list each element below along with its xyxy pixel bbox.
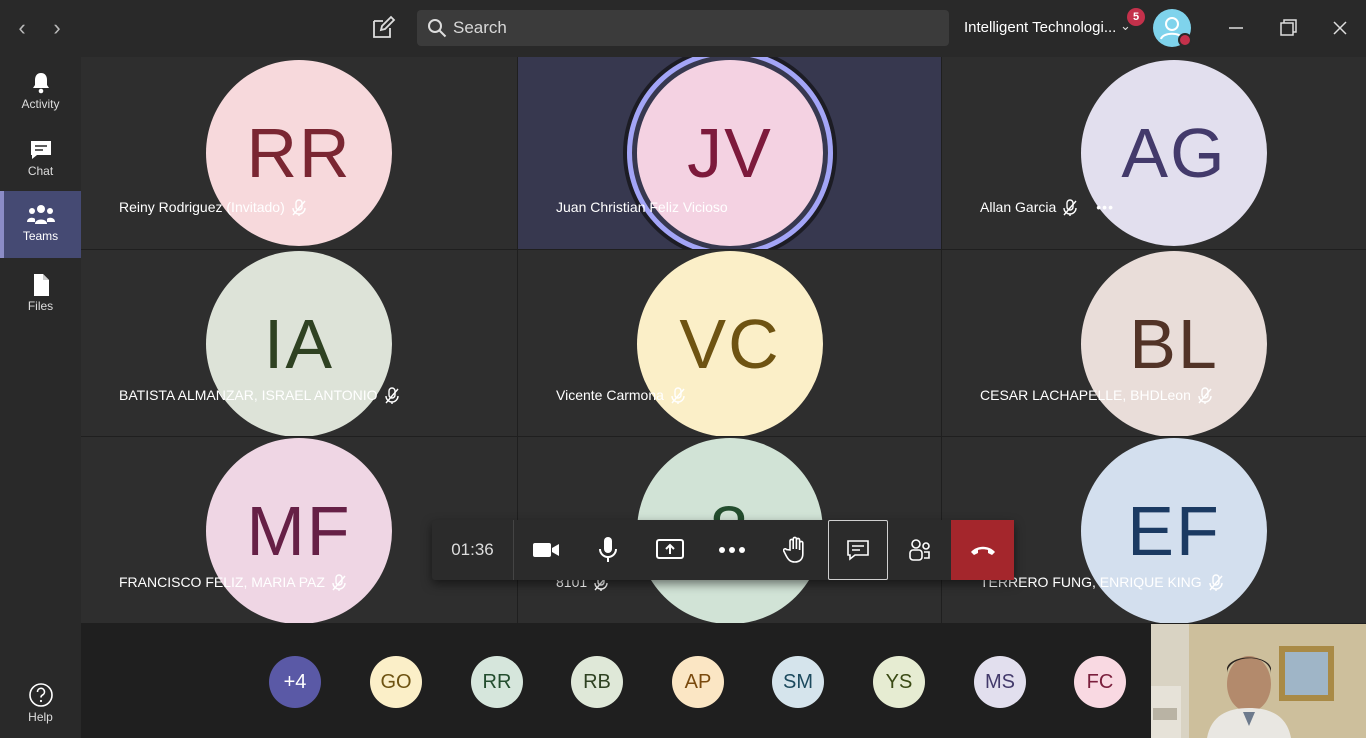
share-screen-button[interactable] <box>639 520 701 580</box>
participant-avatar: BL <box>1081 251 1267 436</box>
mic-muted-icon <box>1063 199 1077 217</box>
search-placeholder: Search <box>453 18 507 37</box>
rail-item-activity[interactable]: Activity <box>0 59 81 123</box>
participant-name-text: FRANCISCO FELIZ, MARIA PAZ <box>119 574 325 590</box>
camera-button[interactable] <box>515 520 577 580</box>
call-timer: 01:36 <box>432 520 514 580</box>
participant-tile[interactable]: BL CESAR LACHAPELLE, BHDLeon <box>942 250 1366 436</box>
participant-tile[interactable]: IA BATISTA ALMANZAR, ISRAEL ANTONIO <box>81 250 517 436</box>
mic-muted-icon <box>1208 574 1223 592</box>
restore-button[interactable] <box>1274 14 1302 42</box>
participant-tile[interactable]: JV Juan Christian Feliz Vicioso <box>518 57 941 249</box>
roster-avatar[interactable]: MS <box>974 656 1026 708</box>
participant-name: Vicente Carmona <box>556 387 686 405</box>
mic-muted-icon <box>332 574 346 592</box>
rail-label: Activity <box>21 97 60 111</box>
participant-name: FRANCISCO FELIZ, MARIA PAZ <box>119 574 347 592</box>
rail-item-teams[interactable]: Teams <box>0 191 81 258</box>
roster-avatar[interactable]: RB <box>571 656 623 708</box>
share-screen-icon <box>656 539 684 559</box>
participant-avatar: JV <box>637 60 823 246</box>
roster-avatar[interactable]: YS <box>873 656 925 708</box>
chat-icon <box>30 141 51 159</box>
participant-name: Reiny Rodriguez (Invitado) <box>119 199 307 217</box>
participant-name-text: Allan Garcia <box>980 199 1057 215</box>
close-button[interactable] <box>1326 14 1354 42</box>
raise-hand-icon <box>783 536 804 563</box>
participant-name: Allan Garcia ••• <box>980 199 1114 217</box>
call-controls-bar: 01:36 <box>432 520 1014 580</box>
participant-name: BATISTA ALMANZAR, ISRAEL ANTONIO <box>119 387 400 405</box>
rail-label: Chat <box>27 164 54 178</box>
hang-up-button[interactable] <box>951 520 1014 580</box>
rail-item-chat[interactable]: Chat <box>0 126 81 190</box>
participants-button[interactable] <box>889 520 951 580</box>
participant-name: TERRERO FUNG, ENRIQUE KING <box>980 574 1224 592</box>
participant-avatar: AG <box>1081 60 1267 246</box>
participant-avatar: EF <box>1081 438 1267 623</box>
roster-avatar[interactable]: RR <box>471 656 523 708</box>
roster-avatar[interactable]: AP <box>672 656 724 708</box>
minimize-button[interactable] <box>1222 14 1250 42</box>
participant-tile[interactable]: AG Allan Garcia ••• <box>942 57 1366 249</box>
participant-name-text: CESAR LACHAPELLE, BHDLeon <box>980 387 1191 403</box>
bell-icon <box>32 73 49 94</box>
file-icon <box>33 274 49 296</box>
back-arrow-icon[interactable]: ‹ <box>12 14 32 42</box>
rail-label: Files <box>27 299 54 313</box>
participant-name: CESAR LACHAPELLE, BHDLeon <box>980 387 1213 405</box>
participant-tile[interactable]: VC Vicente Carmona <box>518 250 941 436</box>
raise-hand-button[interactable] <box>764 520 826 580</box>
org-switcher[interactable]: Intelligent Technologi... <box>964 19 1116 36</box>
mic-muted-icon <box>292 199 306 217</box>
participant-name-text: BATISTA ALMANZAR, ISRAEL ANTONIO <box>119 387 378 403</box>
participant-name-text: Juan Christian Feliz Vicioso <box>556 199 728 215</box>
app-rail: Activity Chat Teams Files Help <box>0 57 81 738</box>
rail-item-files[interactable]: Files <box>0 261 81 325</box>
roster-avatar[interactable]: GO <box>370 656 422 708</box>
rail-label: Help <box>28 710 53 724</box>
microphone-button[interactable] <box>577 520 639 580</box>
mic-muted-icon <box>1198 387 1212 405</box>
participants-icon <box>909 539 930 561</box>
participant-name-text: Vicente Carmona <box>556 387 664 403</box>
participant-avatar: MF <box>206 438 392 623</box>
more-options-icon[interactable]: ••• <box>1096 199 1114 215</box>
rail-label: Teams <box>22 229 59 243</box>
chat-icon <box>847 540 869 561</box>
chat-panel-button[interactable] <box>828 520 888 580</box>
roster-avatar[interactable]: FC <box>1074 656 1126 708</box>
participant-name-text: Reiny Rodriguez (Invitado) <box>119 199 285 215</box>
search-input[interactable]: Search <box>417 10 949 46</box>
more-actions-button[interactable] <box>701 520 763 580</box>
mic-muted-icon <box>671 387 685 405</box>
search-icon <box>427 18 447 38</box>
compose-icon[interactable] <box>370 15 396 41</box>
participant-avatar: IA <box>206 251 392 436</box>
help-icon <box>28 683 53 707</box>
mic-muted-icon <box>384 387 399 405</box>
participant-roster: +4 GO RR RB AP SM YS MS FC <box>81 623 1151 738</box>
participant-name: Juan Christian Feliz Vicioso <box>556 199 728 215</box>
microphone-icon <box>599 537 617 562</box>
presence-status-icon <box>1178 33 1192 47</box>
participant-avatar: VC <box>637 251 823 436</box>
participant-tile[interactable]: RR Reiny Rodriguez (Invitado) <box>81 57 517 249</box>
notification-badge: 5 <box>1127 8 1145 26</box>
teams-icon <box>26 205 55 224</box>
participant-avatar: RR <box>206 60 392 246</box>
self-video-preview <box>1151 624 1366 738</box>
forward-arrow-icon[interactable]: › <box>47 14 67 42</box>
camera-icon <box>533 543 559 557</box>
more-icon <box>719 547 745 553</box>
more-participants-avatar[interactable]: +4 <box>269 656 321 708</box>
rail-item-help[interactable]: Help <box>0 672 81 736</box>
hang-up-icon <box>970 546 995 555</box>
roster-avatar[interactable]: SM <box>772 656 824 708</box>
title-bar: ‹ › Search Intelligent Technologi... ⌄ 5 <box>0 0 1366 57</box>
